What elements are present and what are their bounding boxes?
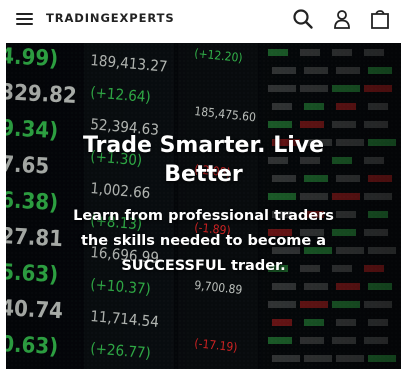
- account-icon[interactable]: [330, 7, 354, 31]
- hero-headline-line: Better: [164, 162, 243, 187]
- hero-subheadline-line: the skills needed to become a: [80, 233, 327, 249]
- search-icon[interactable]: [291, 7, 315, 31]
- hero-subheadline-line: SUCCESSFUL trader.: [121, 258, 286, 274]
- hero-banner: 4.99)329.829.34)7.656.38)27.815.63)40.74…: [6, 43, 401, 369]
- hero-subheadline-line: Learn from professional traders: [73, 208, 334, 224]
- hero-headline-line: Trade Smarter. Live: [82, 133, 325, 158]
- cart-icon[interactable]: [368, 7, 392, 31]
- hero-subheadline: Learn from professional traders the skil…: [6, 204, 401, 279]
- menu-icon[interactable]: [14, 8, 36, 30]
- hero-headline: Trade Smarter. Live Better: [6, 131, 401, 189]
- site-header: TRADINGEXPERTS: [0, 0, 401, 38]
- brand-logo[interactable]: TRADINGEXPERTS: [46, 11, 175, 25]
